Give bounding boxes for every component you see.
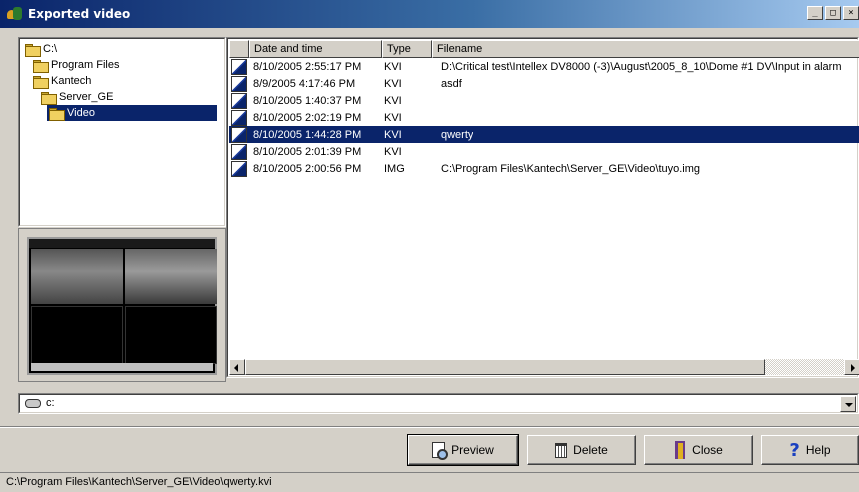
drive-dropdown-button[interactable] <box>840 396 856 412</box>
type-cell: KVI <box>384 111 402 124</box>
folder-icon <box>33 75 49 89</box>
door-exit-icon <box>674 441 686 459</box>
camera-view-3 <box>31 306 123 364</box>
file-list[interactable]: Date and time Type Filename 8/10/2005 2:… <box>226 37 859 378</box>
date-cell: 8/10/2005 2:02:19 PM <box>253 111 362 124</box>
title-bar[interactable]: Exported video _ □ × <box>0 0 859 28</box>
minimize-button[interactable]: _ <box>807 6 823 20</box>
window-controls: _ □ × <box>807 6 859 20</box>
type-cell: IMG <box>384 162 405 175</box>
window-title: Exported video <box>28 7 131 21</box>
filename-cell: D:\Critical test\Intellex DV8000 (-3)\Au… <box>441 60 842 73</box>
preview-label: Preview <box>451 443 494 457</box>
close-button[interactable]: Close <box>644 435 753 465</box>
maximize-button[interactable]: □ <box>825 6 841 20</box>
video-file-icon <box>231 92 247 109</box>
table-row[interactable]: 8/10/2005 1:44:28 PM KVI qwerty <box>229 126 859 143</box>
arrow-right-icon <box>851 364 855 372</box>
table-row[interactable]: 8/10/2005 2:00:56 PM IMG C:\Program Files\… <box>229 160 859 177</box>
delete-button[interactable]: Delete <box>527 435 636 465</box>
column-header-icon[interactable] <box>229 40 249 58</box>
folder-icon <box>25 43 41 57</box>
date-cell: 8/10/2005 2:01:39 PM <box>253 145 362 158</box>
help-label: Help <box>805 443 831 457</box>
date-cell: 8/10/2005 2:00:56 PM <box>253 162 362 175</box>
tree-item-3[interactable]: Server_GE <box>39 89 117 105</box>
tree-item-0[interactable]: C:\ <box>23 41 61 57</box>
filename-cell: qwerty <box>441 128 474 141</box>
preview-button[interactable]: Preview <box>407 434 519 466</box>
table-row[interactable]: 8/10/2005 2:55:17 PM KVI D:\Critical test\… <box>229 58 859 75</box>
type-cell: KVI <box>384 94 402 107</box>
trash-icon <box>555 442 568 458</box>
filename-cell: asdf <box>441 77 462 90</box>
date-cell: 8/10/2005 1:44:28 PM <box>253 128 362 141</box>
type-cell: KVI <box>384 60 402 73</box>
tree-item-label: Kantech <box>51 75 92 87</box>
tree-item-label: Server_GE <box>59 91 114 103</box>
column-header-filename[interactable]: Filename <box>432 40 859 58</box>
filename-cell: C:\Program Files\Kantech\Server_GE\Video… <box>441 162 701 175</box>
video-file-icon <box>231 58 247 75</box>
folder-icon <box>33 59 49 73</box>
close-window-button[interactable]: × <box>843 6 859 20</box>
help-button[interactable]: ? Help <box>761 435 859 465</box>
tree-item-4[interactable]: Video <box>47 105 217 121</box>
scroll-thumb[interactable] <box>245 359 765 375</box>
column-header-type[interactable]: Type <box>382 40 432 58</box>
type-cell: KVI <box>384 145 402 158</box>
table-row[interactable]: 8/10/2005 2:02:19 PM KVI <box>229 109 859 126</box>
column-header-date[interactable]: Date and time <box>249 40 382 58</box>
chevron-down-icon <box>845 403 853 407</box>
tree-item-label: Video <box>67 107 95 119</box>
tree-item-label: Program Files <box>51 59 120 71</box>
type-cell: KVI <box>384 128 402 141</box>
drive-select[interactable]: c: <box>18 393 859 414</box>
video-thumbnail <box>18 228 226 382</box>
video-file-icon <box>231 75 247 92</box>
date-cell: 8/10/2005 2:55:17 PM <box>253 60 362 73</box>
preview-icon <box>432 442 449 460</box>
separator <box>0 426 859 428</box>
video-file-icon <box>231 160 247 177</box>
close-label: Close <box>692 443 723 457</box>
folder-tree[interactable]: C:\ Program Files Kantech Server_GE Video <box>18 37 226 227</box>
thumbnail-controls <box>31 363 213 371</box>
date-cell: 8/9/2005 4:17:46 PM <box>253 77 356 90</box>
camera-view-2 <box>125 249 217 304</box>
type-cell: KVI <box>384 77 402 90</box>
status-bar: C:\Program Files\Kantech\Server_GE\Video… <box>0 472 859 492</box>
scroll-right-button[interactable] <box>844 359 859 375</box>
horizontal-scrollbar[interactable] <box>229 359 859 375</box>
folder-icon <box>49 107 65 121</box>
date-cell: 8/10/2005 1:40:37 PM <box>253 94 362 107</box>
scroll-left-button[interactable] <box>229 359 245 375</box>
table-row[interactable]: 8/9/2005 4:17:46 PM KVI asdf <box>229 75 859 92</box>
arrow-left-icon <box>234 364 238 372</box>
video-file-icon <box>231 109 247 126</box>
table-row[interactable]: 8/10/2005 2:01:39 PM KVI <box>229 143 859 160</box>
tree-item-label: C:\ <box>43 43 58 55</box>
drive-icon <box>25 399 41 408</box>
video-file-icon <box>231 126 247 143</box>
question-icon: ? <box>789 439 800 461</box>
app-icon <box>6 5 24 23</box>
thumbnail-image <box>27 237 217 375</box>
folder-icon <box>41 91 57 105</box>
camera-view-1 <box>31 249 123 304</box>
delete-label: Delete <box>573 443 608 457</box>
drive-value: c: <box>46 397 55 409</box>
camera-view-4 <box>125 306 217 364</box>
video-file-icon <box>231 143 247 160</box>
tree-item-2[interactable]: Kantech <box>31 73 95 89</box>
table-row[interactable]: 8/10/2005 1:40:37 PM KVI <box>229 92 859 109</box>
tree-item-1[interactable]: Program Files <box>31 57 123 73</box>
